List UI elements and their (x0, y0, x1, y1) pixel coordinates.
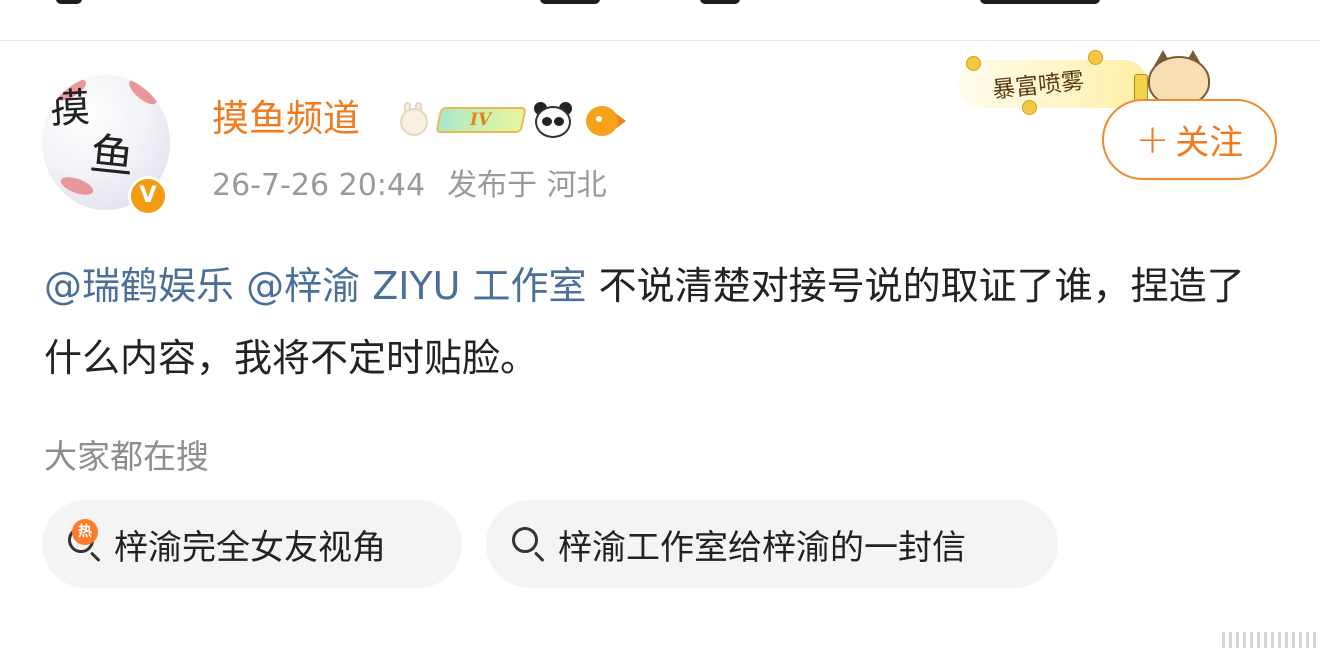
top-divider (0, 40, 1320, 41)
trending-search-label: 梓渝完全女友视角 (114, 527, 386, 568)
avatar-koi-decoration (125, 75, 161, 109)
post-body: @瑞鹤娱乐 @梓渝 ZIYU 工作室 不说清楚对接号说的取证了谁，捏造了什么内容… (44, 250, 1264, 394)
author-badges: IV (398, 98, 628, 142)
post-timestamp: 26-7-26 20:44 (212, 168, 426, 203)
pufferfish-badge-icon (582, 100, 628, 140)
coin-icon (1088, 50, 1103, 65)
plus-icon: + (1135, 116, 1170, 163)
author-name[interactable]: 摸鱼频道 (212, 94, 360, 144)
mention-link[interactable]: @瑞鹤娱乐 (44, 264, 234, 308)
trending-search-title: 大家都在搜 (44, 437, 209, 476)
top-bar-glyph-fragment (700, 0, 740, 4)
spray-bottle-icon (1134, 74, 1148, 102)
hot-search-icon: 热 (66, 519, 104, 563)
verified-badge-icon: V (128, 176, 168, 216)
avatar-calligraphy-bottom: 鱼 (87, 128, 137, 185)
post-meta: 26-7-26 20:44 发布于 河北 (212, 164, 607, 208)
trending-search-chip[interactable]: 梓渝工作室给梓渝的一封信 (486, 500, 1058, 588)
trending-search-chip[interactable]: 热 梓渝完全女友视角 (42, 500, 462, 588)
coin-icon (966, 56, 981, 71)
post-location: 发布于 河北 (447, 168, 607, 203)
avatar-calligraphy-top: 摸 (48, 84, 92, 134)
follow-button-label: 关注 (1175, 123, 1244, 163)
search-icon (510, 525, 548, 563)
mention-link[interactable]: @梓渝 ZIYU 工作室 (246, 264, 586, 308)
top-bar-glyph-fragment (980, 0, 1100, 4)
coin-icon (1022, 100, 1037, 115)
rabbit-badge-icon (398, 102, 430, 138)
top-bar-remnant (0, 0, 1320, 40)
top-bar-glyph-fragment (56, 0, 82, 4)
level-badge: IV (435, 107, 527, 133)
top-bar-glyph-fragment (540, 0, 600, 4)
level-badge-label: IV (470, 110, 492, 130)
hot-label: 热 (72, 519, 98, 545)
follow-button[interactable]: + 关注 (1102, 99, 1277, 180)
trending-search-label: 梓渝工作室给梓渝的一封信 (558, 527, 966, 568)
panda-badge-icon (532, 100, 574, 140)
watermark (1222, 632, 1320, 648)
